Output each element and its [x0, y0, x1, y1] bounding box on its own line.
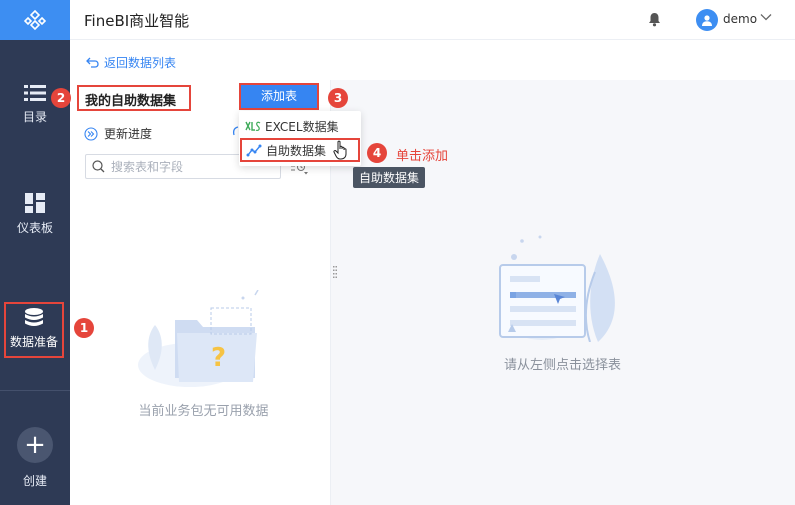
resize-handle-icon[interactable] [333, 266, 337, 278]
tooltip: 自助数据集 [353, 167, 426, 188]
click-to-add-note: 单击添加 [396, 149, 449, 164]
database-icon [25, 308, 43, 326]
menu-item-label: 自助数据集 [266, 143, 327, 158]
header: FineBI商业智能 demo [70, 0, 795, 40]
sidebar-item-label: 目录 [22, 110, 47, 124]
app-title: FineBI商业智能 [84, 12, 190, 30]
select-table-illustration [499, 235, 615, 342]
excel-icon [245, 121, 261, 132]
sidebar-item-data-prep[interactable]: 数据准备 [4, 302, 64, 358]
panel-title: 我的自助数据集 [77, 85, 191, 111]
sidebar-item-label: 仪表板 [16, 221, 53, 235]
empty-state-text: 当前业务包无可用数据 [138, 404, 269, 419]
create-button[interactable]: + [17, 427, 53, 463]
sidebar-item-dashboard[interactable]: 仪表板 [0, 193, 70, 236]
create-label: 创建 [22, 474, 47, 488]
list-icon [24, 85, 46, 101]
user-icon [702, 15, 712, 26]
sidebar-item-label: 数据准备 [9, 335, 58, 349]
chevron-down-icon[interactable] [760, 13, 772, 21]
hand-cursor-icon [333, 140, 347, 160]
step-badge-1: 1 [74, 318, 94, 338]
username[interactable]: demo [723, 12, 757, 26]
sidebar-divider [0, 390, 70, 391]
add-table-button[interactable]: 添加表 [239, 83, 319, 110]
svg-text:?: ? [211, 343, 226, 373]
menu-item-label: EXCEL数据集 [265, 119, 339, 134]
logo-icon [24, 9, 46, 31]
step-badge-4: 4 [367, 143, 387, 163]
progress-icon [84, 126, 98, 141]
menu-item-excel-dataset[interactable]: EXCEL数据集 [239, 114, 361, 138]
search-icon [92, 160, 105, 173]
sidebar: 目录 仪表板 数据准备 + 创建 [0, 0, 70, 505]
empty-folder-illustration: ? [138, 290, 259, 387]
update-progress-button[interactable]: 更新进度 [84, 125, 152, 142]
self-dataset-icon [246, 144, 262, 157]
select-table-hint: 请从左侧点击选择表 [503, 358, 621, 373]
step-badge-3: 3 [328, 88, 348, 108]
return-icon [86, 57, 99, 68]
avatar[interactable] [696, 9, 718, 31]
back-to-data-list-link[interactable]: 返回数据列表 [86, 54, 176, 71]
bell-icon[interactable] [648, 12, 661, 27]
step-badge-2: 2 [51, 88, 71, 108]
update-progress-label: 更新进度 [104, 127, 153, 141]
back-link-label: 返回数据列表 [104, 56, 177, 70]
plus-icon: + [24, 430, 46, 460]
dashboard-icon [25, 193, 45, 213]
logo[interactable] [0, 0, 70, 40]
